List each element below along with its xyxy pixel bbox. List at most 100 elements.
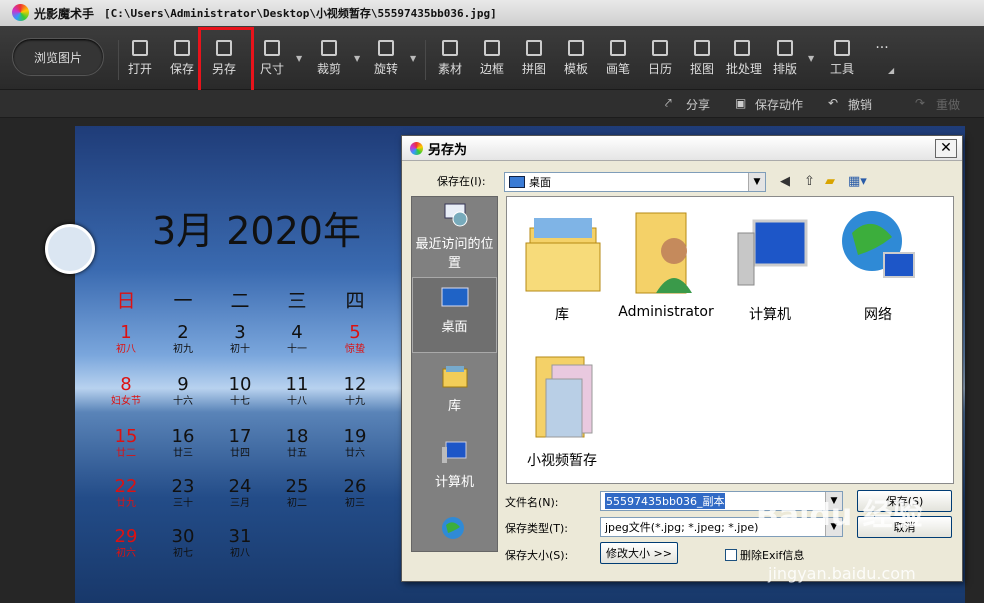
app-logo-icon [12,4,29,21]
undo-button[interactable]: 撤销 [848,96,872,113]
open-icon [132,40,148,56]
app-title: 光影魔术手 [34,6,95,21]
calendar-day: 9 十六 [173,374,193,407]
rotate-dropdown-icon[interactable]: ▼ [410,54,416,63]
calendar-day: 18 廿五 [285,426,309,459]
calendar-day: 19 廿六 [343,426,367,459]
size-button[interactable]: 尺寸 [256,40,288,77]
computer-icon [737,219,808,286]
redo-button[interactable]: 重做 [936,96,960,113]
calendar-day: 10 十七 [228,374,252,407]
rotate-button[interactable]: 旋转 [370,40,402,77]
calendar-day: 16 廿三 [171,426,195,459]
filename-label: 文件名(N): [505,496,559,509]
baidu-watermark-url: jingyan.baidu.com [768,564,916,583]
undo-icon: ↶ [828,96,839,110]
crop-icon [321,40,337,56]
recent-places-icon [444,203,467,227]
calendar-day: 29 初六 [114,526,138,559]
assistant-avatar-icon[interactable] [45,224,95,274]
tools-button[interactable]: 工具 [826,40,858,77]
brush-button[interactable]: 画笔 [602,40,634,77]
view-menu-icon[interactable]: ▦▾ [848,174,867,189]
size-dropdown-icon[interactable]: ▼ [296,54,302,63]
place-computer[interactable]: 计算机 [412,439,497,490]
file-item-administrator[interactable]: Administrator [611,203,721,320]
calendar-button[interactable]: 日历 [644,40,676,77]
size-icon [264,40,280,56]
calendar-day: 23 三十 [171,476,195,509]
action-bar: ⤤ 分享 ▣ 保存动作 ↶ 撤销 ↷ 重做 [0,90,984,118]
cutout-button[interactable]: 抠图 [686,40,718,77]
calendar-day: 5 惊蛰 [345,322,365,355]
save-button[interactable]: 保存 [166,40,198,77]
file-item-computer[interactable]: 计算机 [715,203,825,324]
calendar-day: 31 初八 [228,526,252,559]
file-item-network[interactable]: 网络 [823,203,933,324]
calendar-day: 25 初二 [285,476,309,509]
computer-icon [441,441,466,463]
save-in-label: 保存在(I): [437,175,486,188]
network-globe-icon [842,211,915,278]
browse-images-button[interactable]: 浏览图片 [12,38,104,76]
calendar-day: 1 初八 [116,322,136,355]
file-item-video-folder[interactable]: 小视频暂存 [507,349,617,470]
redo-icon: ↷ [915,96,926,110]
brush-icon [610,40,626,56]
calendar-day: 26 初三 [343,476,367,509]
close-icon[interactable]: ✕ [935,139,957,158]
place-desktop[interactable]: 桌面 [412,277,497,353]
network-globe-icon [441,517,464,539]
remove-exif-checkbox[interactable] [725,549,737,561]
up-folder-icon[interactable]: ⇧ [804,174,815,189]
back-icon[interactable]: ◀ [780,174,790,189]
save-in-dropdown[interactable]: 桌面 ▼ [504,172,766,192]
file-list: 库 Administrator 计算机 网络 小视频暂存 [506,196,954,484]
place-network[interactable] [412,515,497,547]
border-button[interactable]: 边框 [476,40,508,77]
remove-exif-label: 删除Exif信息 [740,549,805,562]
share-icon: ⤤ [665,96,672,110]
library-folder-icon [525,218,601,292]
collage-icon [526,40,542,56]
resize-button[interactable]: 修改大小 >> [600,542,678,564]
calendar-day: 11 十八 [285,374,309,407]
calendar-day: 30 初七 [171,526,195,559]
batch-button[interactable]: 批处理 [726,40,762,77]
user-folder-icon [635,212,692,294]
share-button[interactable]: 分享 [686,96,710,113]
calendar-day: 24 三月 [228,476,252,509]
calendar-day: 2 初九 [173,322,193,355]
layout-button[interactable]: 排版 [769,40,801,77]
calendar-day: 8 妇女节 [111,374,141,407]
layout-dropdown-icon[interactable]: ▼ [808,54,814,63]
weekday-thu: 四 [345,290,365,312]
weekday-wed: 三 [287,290,307,312]
save-size-label: 保存大小(S): [505,549,569,562]
desktop-icon [441,287,468,307]
crop-button[interactable]: 裁剪 [313,40,345,77]
calendar-day: 22 廿九 [114,476,138,509]
weekday-sun: 日 [116,290,136,312]
template-button[interactable]: 模板 [560,40,592,77]
collage-button[interactable]: 拼图 [518,40,550,77]
cutout-icon [694,40,710,56]
file-item-library[interactable]: 库 [507,203,617,324]
library-icon [442,366,467,388]
rotate-icon [378,40,394,56]
calendar-day: 4 十一 [287,322,307,355]
material-button[interactable]: 素材 [434,40,466,77]
title-bar: 光影魔术手 [C:\Users\Administrator\Desktop\小视… [0,0,984,26]
save-action-button[interactable]: 保存动作 [755,96,803,113]
dialog-title: 另存为 [428,142,468,158]
baidu-watermark: Baidu 经验 [756,498,923,533]
crop-dropdown-icon[interactable]: ▼ [354,54,360,63]
place-library[interactable]: 库 [412,363,497,414]
file-path: [C:\Users\Administrator\Desktop\小视频暂存\55… [104,7,497,20]
open-button[interactable]: 打开 [124,40,156,77]
place-recent[interactable]: 最近访问的位置 [412,201,497,271]
dialog-title-bar[interactable]: 另存为 ✕ [402,136,962,161]
more-button[interactable]: ··· [866,40,898,56]
expand-icon[interactable]: ◢ [888,66,894,75]
new-folder-icon[interactable]: ▰ [825,174,835,189]
